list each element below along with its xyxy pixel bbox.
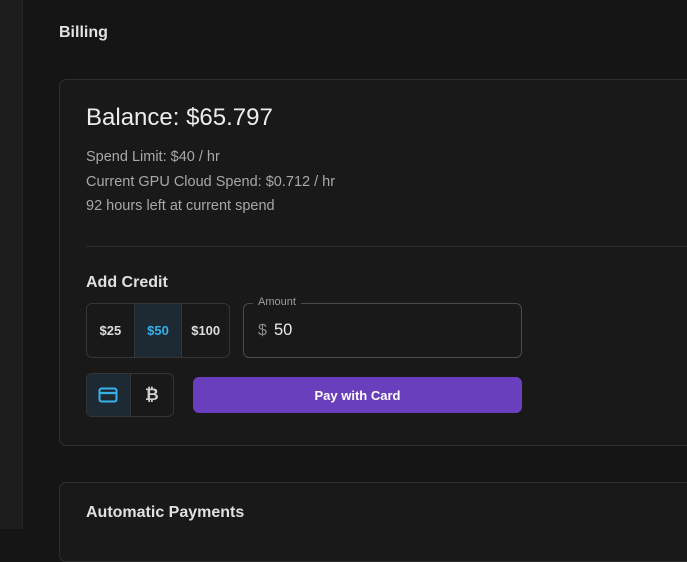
amount-field[interactable]: Amount $ 50 xyxy=(243,296,522,358)
preset-50-button[interactable]: $50 xyxy=(134,304,183,357)
pay-with-card-button[interactable]: Pay with Card xyxy=(193,377,522,413)
divider xyxy=(86,246,687,247)
automatic-payments-card: Automatic Payments xyxy=(59,482,687,562)
bitcoin-icon: ₿ xyxy=(144,385,159,404)
amount-label: Amount xyxy=(253,296,301,308)
balance-card: Balance: $65.797 Spend Limit: $40 / hr C… xyxy=(59,79,687,446)
bitcoin-method-button[interactable]: ₿ xyxy=(131,374,174,416)
current-spend-text: Current GPU Cloud Spend: $0.712 / hr xyxy=(86,174,336,190)
left-rail xyxy=(0,0,23,529)
payment-method-group: ₿ xyxy=(86,373,174,417)
page-title: Billing xyxy=(59,24,108,41)
spend-limit-text: Spend Limit: $40 / hr xyxy=(86,149,220,165)
add-credit-title: Add Credit xyxy=(86,274,168,291)
preset-25-button[interactable]: $25 xyxy=(87,304,135,357)
automatic-payments-title: Automatic Payments xyxy=(86,504,245,521)
amount-currency-prefix: $ xyxy=(258,322,267,339)
card-method-button[interactable] xyxy=(87,374,131,416)
balance-amount: Balance: $65.797 xyxy=(86,104,273,131)
hours-left-text: 92 hours left at current spend xyxy=(86,198,275,214)
amount-input[interactable]: 50 xyxy=(274,321,292,340)
credit-card-icon xyxy=(98,387,118,403)
preset-100-button[interactable]: $100 xyxy=(182,304,229,357)
credit-preset-group: $25 $50 $100 xyxy=(86,303,230,358)
